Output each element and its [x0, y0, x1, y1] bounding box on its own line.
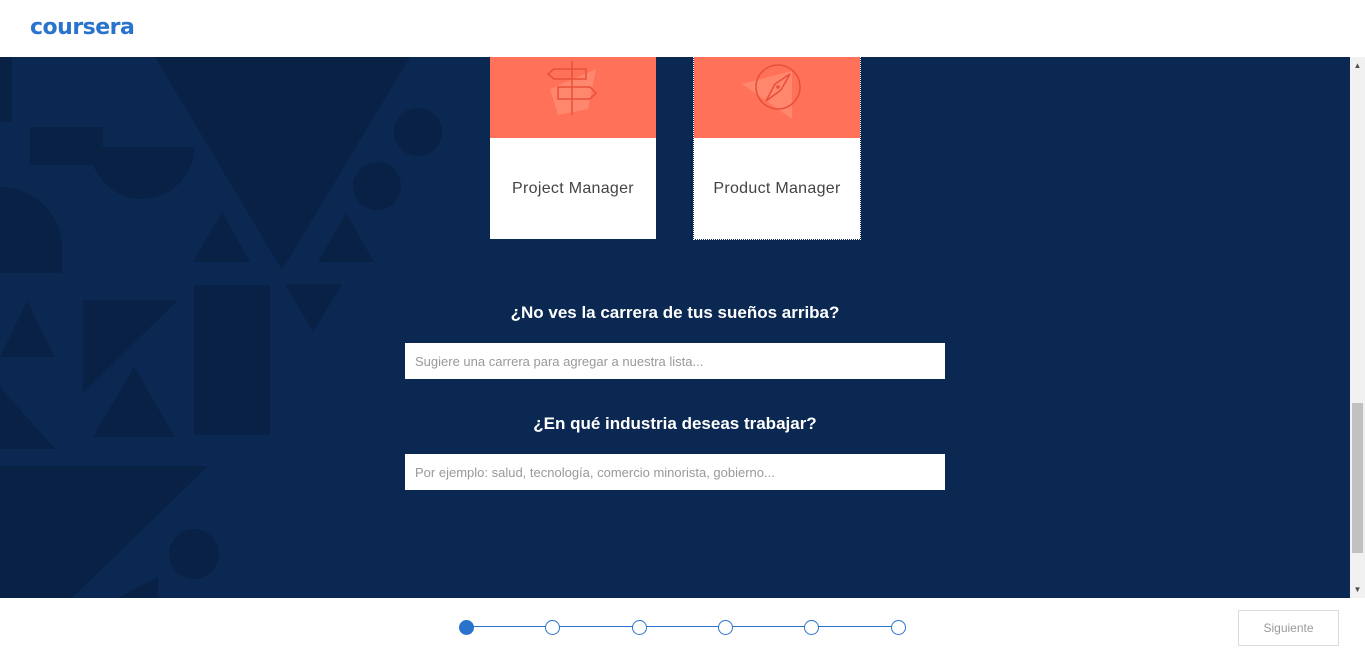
coursera-logo[interactable]: coursera [30, 15, 135, 40]
progress-stepper [458, 618, 910, 636]
card-label: Project Manager [512, 179, 634, 197]
career-card-product-manager[interactable]: Product Manager [693, 57, 861, 240]
signpost-icon [546, 61, 598, 115]
progress-step-1 [459, 620, 474, 635]
footer: Siguiente [0, 598, 1365, 656]
background-pattern [0, 57, 442, 598]
industry-input[interactable] [405, 454, 945, 490]
progress-step-5 [804, 620, 819, 635]
header: coursera [0, 0, 1365, 57]
next-button[interactable]: Siguiente [1238, 610, 1339, 646]
card-label: Product Manager [713, 179, 841, 197]
progress-line [466, 626, 900, 627]
scroll-down-arrow-icon[interactable]: ▼ [1350, 582, 1365, 597]
main-content: Project Manager Product Manager ¿No ves … [0, 57, 1350, 598]
card-image [694, 57, 860, 138]
career-question-title: ¿No ves la carrera de tus sueños arriba? [510, 303, 840, 322]
card-image [490, 57, 656, 138]
progress-step-6 [891, 620, 906, 635]
progress-step-3 [632, 620, 647, 635]
progress-step-4 [718, 620, 733, 635]
scroll-up-arrow-icon[interactable]: ▲ [1350, 58, 1365, 73]
scrollbar-thumb[interactable] [1352, 403, 1363, 553]
compass-icon [742, 64, 801, 119]
industry-question-title: ¿En qué industria deseas trabajar? [533, 414, 817, 433]
career-card-project-manager[interactable]: Project Manager [490, 57, 656, 239]
vertical-scrollbar[interactable]: ▲ ▼ [1350, 57, 1365, 598]
career-suggestion-input[interactable] [405, 343, 945, 379]
progress-step-2 [545, 620, 560, 635]
